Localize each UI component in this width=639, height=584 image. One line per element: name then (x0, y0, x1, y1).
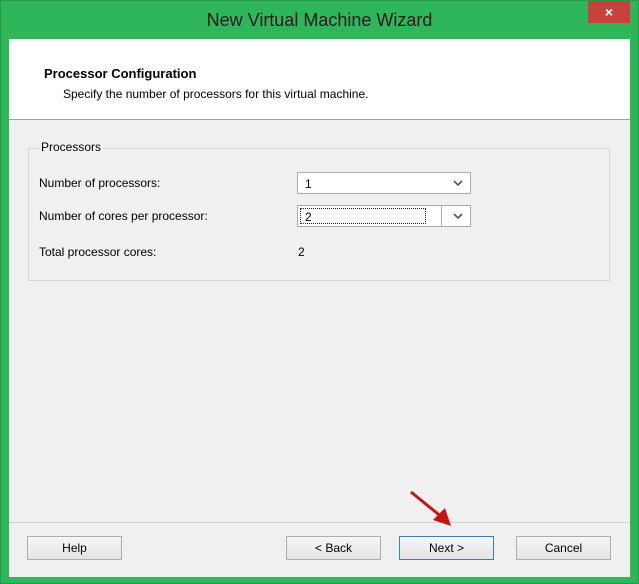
footer-divider (9, 522, 630, 523)
cores-per-processor-select[interactable]: 2 (297, 205, 471, 227)
red-arrow-icon (410, 490, 451, 526)
processors-group: Processors Number of processors: 1 Numbe… (28, 140, 610, 281)
page-title: Processor Configuration (44, 66, 197, 81)
num-processors-label: Number of processors: (39, 176, 161, 190)
total-cores-label: Total processor cores: (39, 245, 157, 259)
window-title: New Virtual Machine Wizard (206, 10, 433, 30)
num-processors-select[interactable]: 1 (297, 172, 471, 194)
total-cores-value: 2 (298, 245, 305, 259)
chevron-down-icon[interactable] (452, 208, 464, 224)
wizard-body: Processor Configuration Specify the numb… (9, 39, 630, 577)
cores-per-processor-label: Number of cores per processor: (39, 209, 208, 223)
page-subtitle: Specify the number of processors for thi… (63, 87, 369, 101)
wizard-header: Processor Configuration Specify the numb… (9, 39, 630, 120)
cores-per-processor-value: 2 (300, 208, 426, 224)
back-button[interactable]: < Back (286, 536, 381, 560)
chevron-down-icon[interactable] (452, 175, 464, 191)
wizard-window: New Virtual Machine Wizard × Processor C… (0, 0, 639, 584)
cancel-button[interactable]: Cancel (516, 536, 611, 560)
processors-group-label: Processors (39, 140, 104, 154)
close-icon: × (604, 4, 614, 20)
next-button[interactable]: Next > (399, 536, 494, 560)
num-processors-value: 1 (305, 177, 312, 191)
help-button[interactable]: Help (27, 536, 122, 560)
title-bar[interactable]: New Virtual Machine Wizard × (1, 1, 638, 37)
close-button[interactable]: × (588, 1, 630, 23)
